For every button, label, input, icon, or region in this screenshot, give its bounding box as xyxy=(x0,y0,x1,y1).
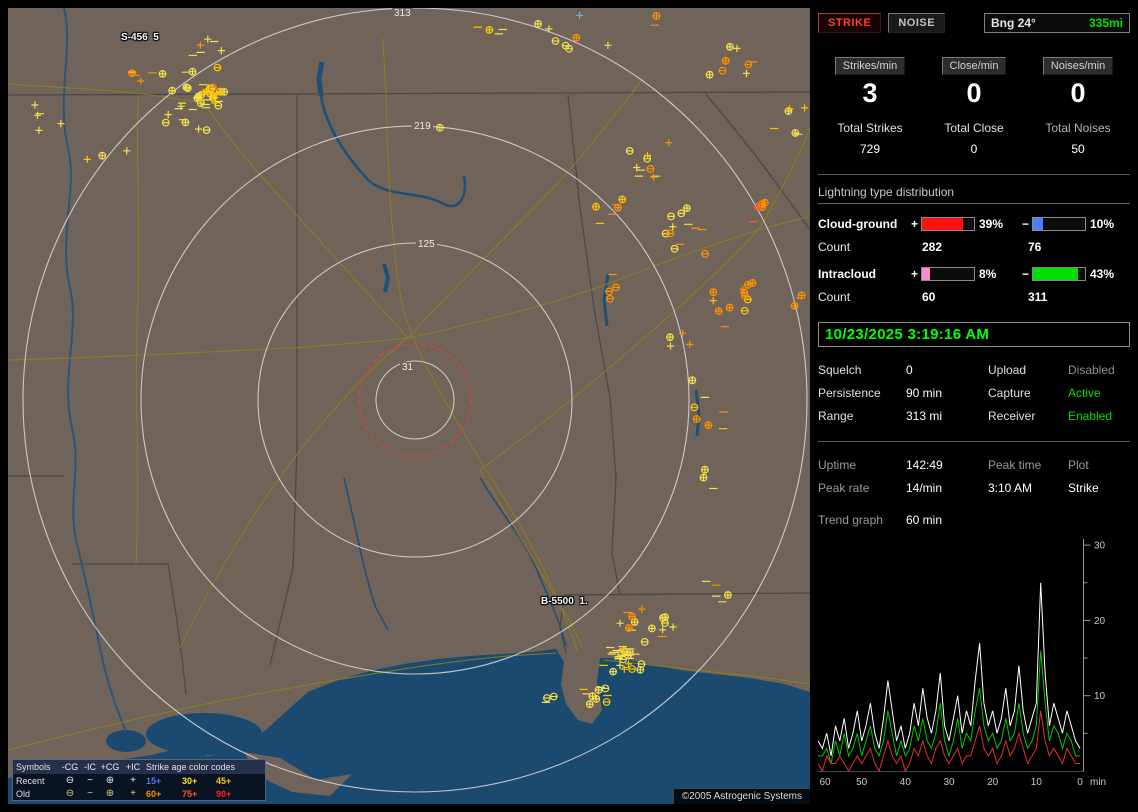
pos-cg-icon: ⊕ xyxy=(105,787,115,799)
stats-grid: Uptime 142:49 Peak time Plot Peak rate 1… xyxy=(818,458,1130,495)
noise-indicator-button[interactable]: NOISE xyxy=(888,13,946,33)
cg-negative-count: 76 xyxy=(1028,240,1042,254)
indicator-row: STRIKE NOISE Bng 24° 335mi xyxy=(818,13,1130,33)
cg-negative-bar xyxy=(1032,217,1086,231)
noises-per-min-value: 0 xyxy=(1070,78,1086,108)
strikes-per-min-button[interactable]: Strikes/min xyxy=(834,57,906,75)
bearing-box: Bng 24° 335mi xyxy=(984,13,1130,33)
receiver-status: Enabled xyxy=(1068,409,1113,423)
trend-series-Intracloud/min xyxy=(818,650,1080,764)
totals-labels-row: Total Strikes Total Close Total Noises xyxy=(818,121,1130,135)
lightning-map[interactable]: 313 219 125 31 S-456 5 B-5500 1. Symbols… xyxy=(8,8,810,804)
trend-x-unit: min xyxy=(1090,777,1106,788)
plot-selector-value[interactable]: Strike xyxy=(1068,481,1130,495)
ic-positive-count: 60 xyxy=(922,290,936,304)
datetime-display: 10/23/2025 3:19:16 AM xyxy=(818,322,1130,347)
rate-values-row: 3 0 0 xyxy=(818,78,1130,109)
ic-count-row: Count 60 311 xyxy=(818,290,1048,304)
storm-cell-label: B-5500 1. xyxy=(541,596,588,607)
capture-status: Active xyxy=(1068,386,1101,400)
legend-header: Symbols -CG -IC +CG +IC Strike age color… xyxy=(13,760,265,774)
total-strikes-value: 729 xyxy=(859,142,881,156)
legend-age-title: Strike age color codes xyxy=(146,762,236,772)
status-panel: STRIKE NOISE Bng 24° 335mi Strikes/min C… xyxy=(818,8,1130,804)
trend-y-tick-label: 10 xyxy=(1094,691,1106,702)
cg-positive-pct: 39% xyxy=(979,217,1004,231)
ic-positive-bar xyxy=(921,267,975,281)
app-window: 313 219 125 31 S-456 5 B-5500 1. Symbols… xyxy=(0,0,1138,812)
neg-ic-icon: − xyxy=(87,787,93,799)
neg-cg-icon: ⊖ xyxy=(65,787,75,799)
intracloud-row: Intracloud + 8% − 43% xyxy=(818,267,1130,281)
plus-sign: + xyxy=(910,217,918,231)
plot-selector-label[interactable]: Plot xyxy=(1068,458,1130,472)
cloud-ground-row: Cloud-ground + 39% − 10% xyxy=(818,217,1130,231)
minus-sign: − xyxy=(1021,217,1029,231)
bearing-range: 335mi xyxy=(1088,16,1123,30)
ic-negative-bar xyxy=(1032,267,1086,281)
trend-x-tick-label: 60 xyxy=(819,777,831,788)
lake-maurepas xyxy=(106,730,146,752)
ic-positive-pct: 8% xyxy=(979,267,997,281)
total-strikes-label: Total Strikes xyxy=(837,121,903,135)
total-noises-label: Total Noises xyxy=(1045,121,1111,135)
ic-negative-pct: 43% xyxy=(1090,267,1115,281)
rate-buttons-row: Strikes/min Close/min Noises/min xyxy=(818,57,1130,75)
trend-graph: 30 20 10 60 50 40 30 20 10 0 min xyxy=(818,539,1106,788)
trend-label-row: Trend graph 60 min xyxy=(818,513,943,527)
trend-y-tick-label: 30 xyxy=(1094,541,1106,552)
trend-x-tick-label: 0 xyxy=(1077,777,1083,788)
neg-cg-icon: ⊖ xyxy=(65,774,75,786)
trend-x-tick-label: 50 xyxy=(856,777,868,788)
pos-cg-icon: ⊕ xyxy=(105,774,115,786)
lake-pontchartrain xyxy=(146,713,262,755)
trend-series-Strikes/min xyxy=(818,582,1081,756)
trend-y-tick-label: 20 xyxy=(1094,616,1106,627)
range-ring-label: 313 xyxy=(392,8,413,19)
strike-indicator-button[interactable]: STRIKE xyxy=(818,13,882,33)
divider xyxy=(818,174,1130,175)
cg-positive-count: 282 xyxy=(922,240,943,254)
minus-sign: − xyxy=(1021,267,1029,281)
close-per-min-value: 0 xyxy=(966,78,982,108)
total-noises-value: 50 xyxy=(1071,142,1085,156)
cg-negative-pct: 10% xyxy=(1090,217,1115,231)
distribution-title: Lightning type distribution xyxy=(818,185,1130,204)
map-legend: Symbols -CG -IC +CG +IC Strike age color… xyxy=(12,759,266,801)
uptime-value: 142:49 xyxy=(906,458,943,472)
copyright-notice: ©2005 Astrogenic Systems xyxy=(672,788,810,804)
range-ring-label: 125 xyxy=(416,239,437,250)
map-canvas xyxy=(8,8,810,804)
total-close-value: 0 xyxy=(970,142,978,156)
cg-positive-bar xyxy=(921,217,975,231)
storm-cell-label: S-456 5 xyxy=(121,32,159,43)
totals-values-row: 729 0 50 xyxy=(818,142,1130,156)
strikes-per-min-value: 3 xyxy=(862,78,878,108)
legend-symbols-label: Symbols xyxy=(16,762,51,772)
trend-x-tick-label: 40 xyxy=(900,777,912,788)
total-close-label: Total Close xyxy=(944,121,1004,135)
bearing-label: Bng 24° xyxy=(991,16,1036,30)
noises-per-min-button[interactable]: Noises/min xyxy=(1042,57,1114,75)
legend-old-row: Old ⊖ − ⊕ + 60+ 75+ 90+ xyxy=(16,787,232,799)
trend-x-tick-label: 30 xyxy=(943,777,955,788)
pos-ic-icon: + xyxy=(130,774,136,786)
neg-ic-icon: − xyxy=(87,774,93,786)
cg-count-row: Count 282 76 xyxy=(818,240,1042,254)
peak-rate-value: 14/min xyxy=(906,481,943,495)
range-ring-label: 31 xyxy=(400,362,416,373)
pos-ic-icon: + xyxy=(130,787,136,799)
ic-negative-count: 311 xyxy=(1028,290,1048,304)
divider xyxy=(818,441,1130,442)
peak-time-value: 3:10 AM xyxy=(988,481,1033,495)
range-ring-label: 219 xyxy=(412,121,433,132)
close-per-min-button[interactable]: Close/min xyxy=(941,57,1007,75)
settings-grid: Squelch 0 Upload Disabled Persistence 90… xyxy=(818,363,1130,423)
upload-status: Disabled xyxy=(1068,363,1115,377)
trend-x-tick-label: 10 xyxy=(1031,777,1043,788)
trend-x-tick-label: 20 xyxy=(987,777,999,788)
legend-recent-row: Recent ⊖ − ⊕ + 15+ 30+ 45+ xyxy=(16,774,232,786)
plus-sign: + xyxy=(910,267,918,281)
trend-window: 60 min xyxy=(906,513,943,527)
